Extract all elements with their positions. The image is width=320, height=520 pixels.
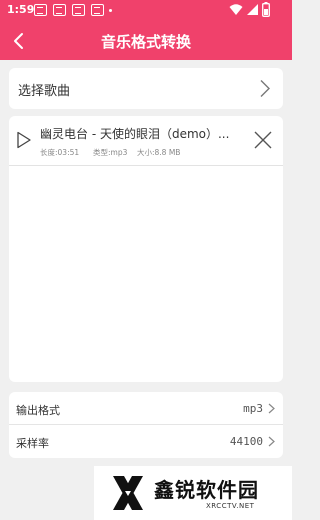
settings-panel: 输出格式 mp3 采样率 44100 [9, 392, 283, 458]
song-duration: 长度:03:51 [40, 148, 80, 157]
status-bar: 1:59 [0, 0, 292, 22]
watermark: 鑫锐软件园 XRCCTV.NET [94, 466, 292, 520]
song-type: 类型:mp3 [93, 148, 128, 157]
wifi-icon [229, 4, 243, 15]
sample-rate-row[interactable]: 采样率 44100 [9, 425, 283, 458]
list-item[interactable]: 幽灵电台 - 天使的眼泪（demo）... 长度:03:51 类型:mp3 大小… [9, 116, 283, 166]
notification-icon [91, 4, 104, 16]
top-bar: 1:59 音乐格式转换 [0, 0, 292, 60]
chevron-right-icon [268, 436, 275, 447]
page-title: 音乐格式转换 [100, 33, 191, 51]
chevron-right-icon [268, 403, 275, 414]
status-time: 1:59 [7, 3, 35, 16]
notification-icon [34, 4, 47, 16]
sample-rate-value: 44100 [229, 435, 263, 448]
sample-rate-label: 采样率 [16, 437, 49, 450]
close-icon[interactable] [253, 130, 273, 150]
watermark-text: 鑫锐软件园 [154, 478, 259, 502]
app-header: 音乐格式转换 [0, 22, 292, 60]
song-title: 幽灵电台 - 天使的眼泪（demo）... [40, 127, 230, 141]
notification-icon [72, 4, 85, 16]
select-song-label: 选择歌曲 [18, 84, 71, 99]
battery-icon [262, 2, 270, 17]
watermark-subtext: XRCCTV.NET [206, 502, 255, 510]
app-screen: 1:59 音乐格式转换 选择歌曲 幽灵电台 - 天使的眼泪（demo）... 长… [0, 0, 292, 520]
output-format-label: 输出格式 [16, 404, 60, 417]
song-size: 大小:8.8 MB [137, 148, 181, 157]
notification-icon [53, 4, 66, 16]
chevron-right-icon [260, 80, 270, 97]
output-format-row[interactable]: 输出格式 mp3 [9, 392, 283, 425]
play-icon[interactable] [16, 131, 32, 149]
signal-icon [247, 4, 258, 15]
x-logo-icon [113, 476, 143, 510]
output-format-value: mp3 [243, 402, 263, 415]
song-list: 幽灵电台 - 天使的眼泪（demo）... 长度:03:51 类型:mp3 大小… [9, 116, 283, 382]
select-song-button[interactable]: 选择歌曲 [9, 68, 283, 109]
dot-icon [109, 9, 112, 12]
